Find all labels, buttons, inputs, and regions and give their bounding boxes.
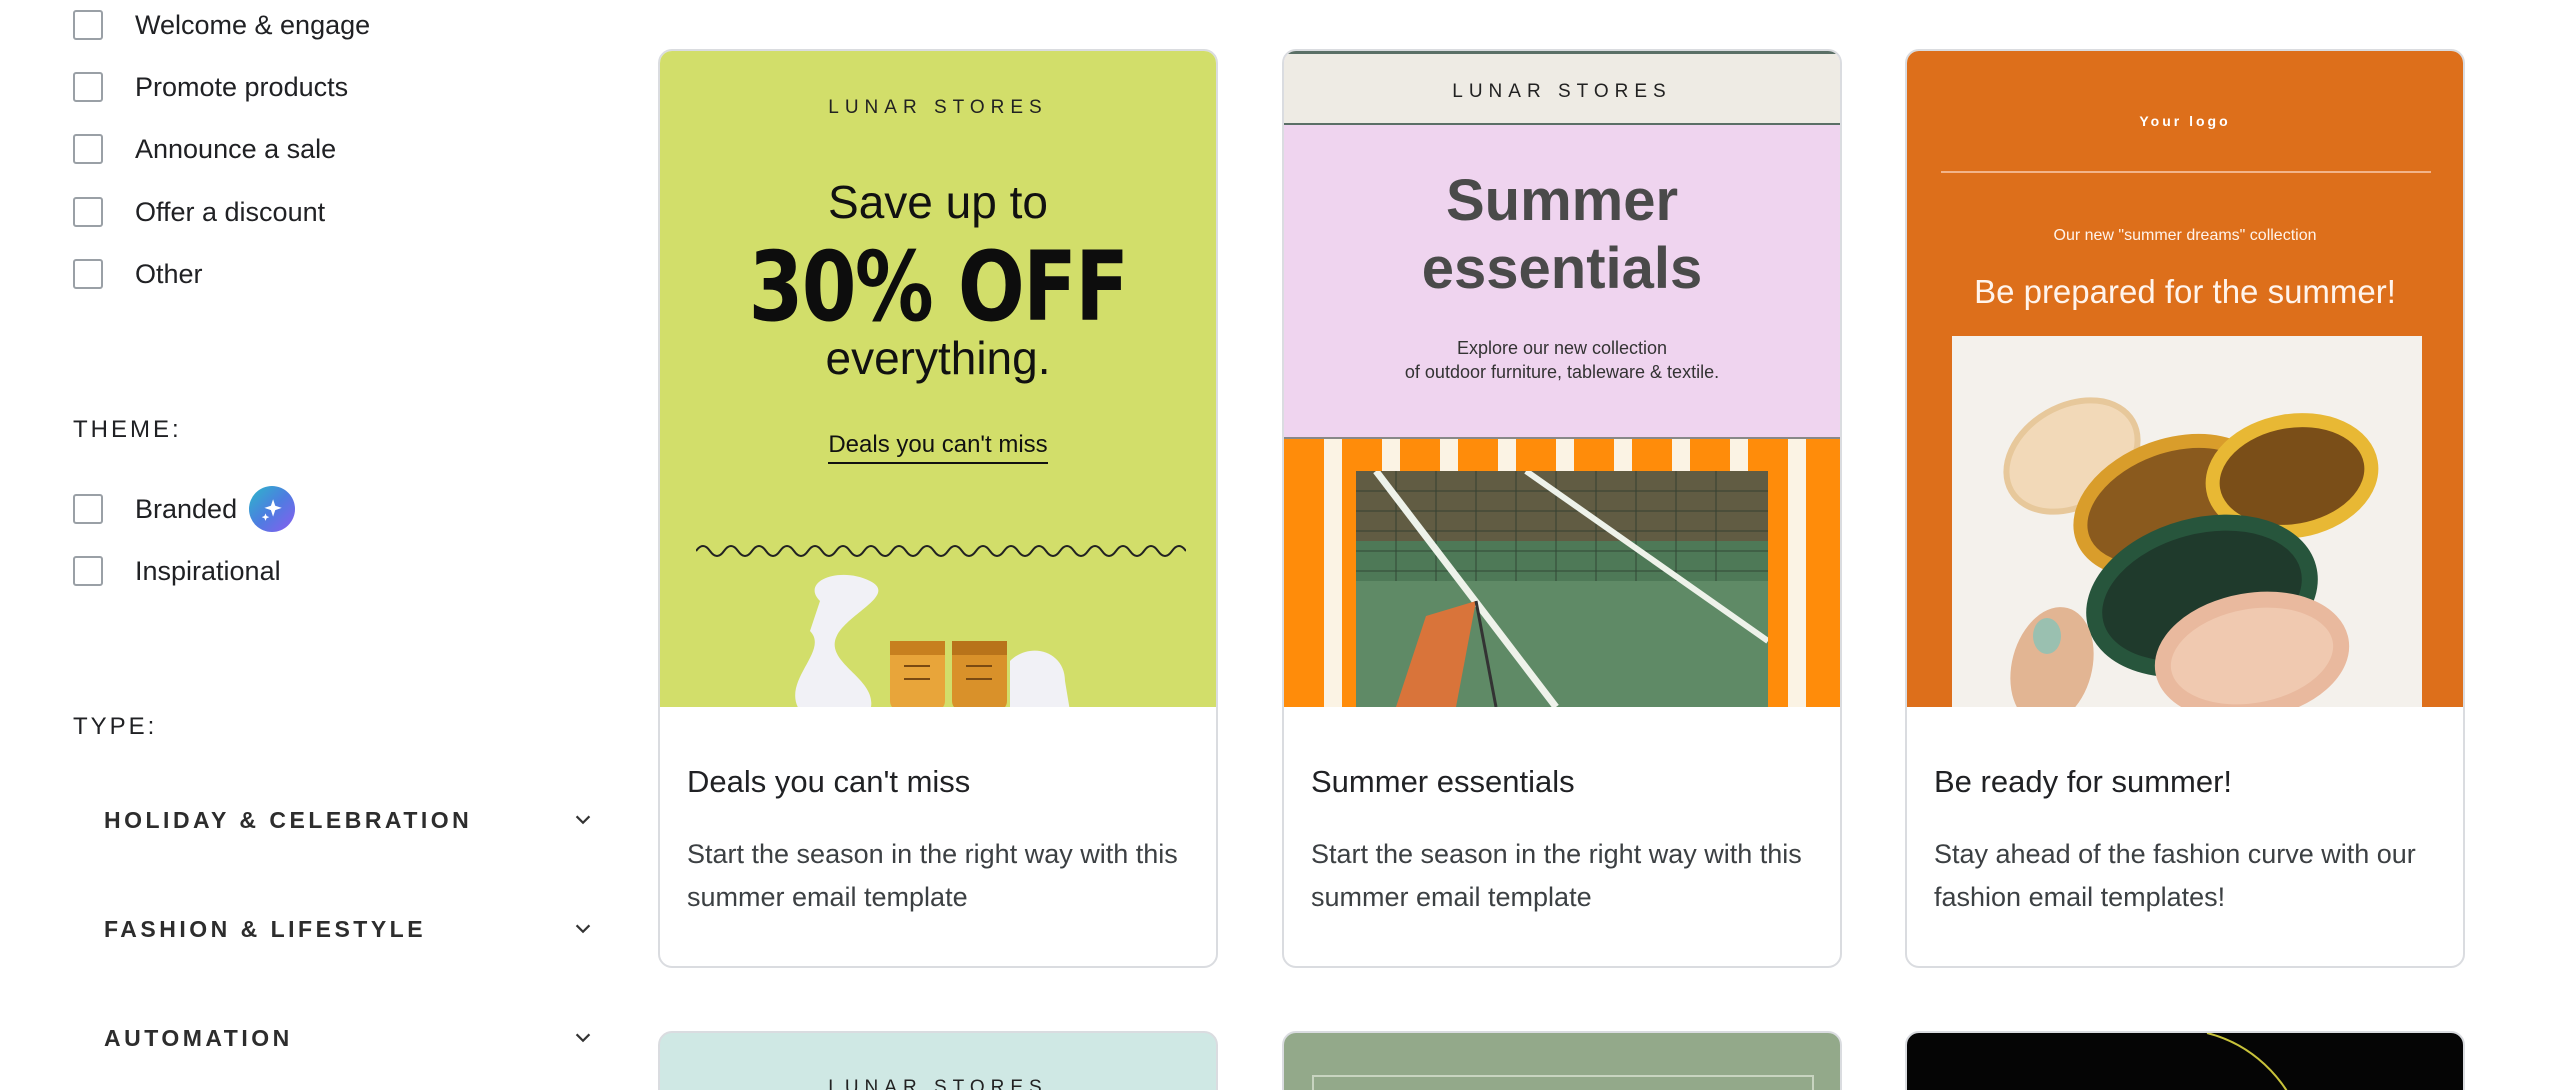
tennis-court-photo: [1356, 471, 1768, 707]
wavy-divider-graphic: [696, 545, 1186, 557]
checkbox[interactable]: [73, 10, 103, 40]
preview-subtext: Our new "summer dreams" collection: [2053, 227, 2317, 244]
template-description: Start the season in the right way with t…: [1311, 839, 1802, 912]
ai-sparkle-icon: [249, 486, 296, 532]
type-accordion-holiday[interactable]: HOLIDAY & CELEBRATION: [104, 795, 594, 845]
accordion-label: AUTOMATION: [104, 1024, 293, 1051]
boots-illustration: [795, 574, 1070, 707]
checkbox[interactable]: [73, 259, 103, 289]
preview-logo-text: Your logo: [2139, 113, 2231, 129]
type-heading: TYPE:: [73, 713, 158, 740]
checkbox[interactable]: [73, 494, 103, 524]
goal-filter-label: Announce a sale: [135, 133, 337, 164]
template-preview: Your logo Our new "summer dreams" collec…: [1907, 51, 2463, 707]
template-title: Summer essentials: [1311, 764, 1575, 799]
goal-filter-label: Offer a discount: [135, 196, 326, 227]
template-card-partial[interactable]: LUNAR STORES: [658, 1031, 1218, 1090]
theme-heading: THEME:: [73, 416, 182, 443]
template-title: Be ready for summer!: [1934, 764, 2233, 799]
checkbox[interactable]: [73, 197, 103, 227]
preview-frame: [1312, 1075, 1814, 1090]
chevron-down-icon: [575, 924, 591, 934]
chevron-down-icon: [575, 815, 591, 825]
goal-filter-discount[interactable]: Offer a discount: [73, 192, 325, 232]
sunglasses-photo: [1952, 336, 2422, 707]
preview-arc-graphic: [2206, 1033, 2288, 1090]
filter-sidebar: Welcome & engage Promote products Announ…: [0, 0, 620, 1090]
divider: [1941, 171, 2431, 173]
template-preview: LUNAR STORES Summer essentials Explore o…: [1284, 51, 1840, 707]
preview-headline-2: 30% OFF: [748, 231, 1129, 343]
template-card-deals[interactable]: LUNAR STORES Save up to 30% OFF everythi…: [658, 49, 1218, 968]
accordion-label: FASHION & LIFESTYLE: [104, 915, 427, 942]
preview-subtext-line: of outdoor furniture, tableware & textil…: [1404, 362, 1720, 382]
checkbox[interactable]: [73, 134, 103, 164]
type-accordion-automation[interactable]: AUTOMATION: [104, 1013, 594, 1063]
goal-filter-promote[interactable]: Promote products: [73, 67, 348, 107]
preview-brand: LUNAR STORES: [828, 1077, 1048, 1090]
theme-filter-inspirational[interactable]: Inspirational: [73, 551, 281, 591]
template-preview: LUNAR STORES Save up to 30% OFF everythi…: [660, 51, 1216, 707]
preview-subtext: Explore our new collection of outdoor fu…: [1284, 336, 1840, 384]
type-accordion-fashion[interactable]: FASHION & LIFESTYLE: [104, 904, 594, 954]
goal-filter-other[interactable]: Other: [73, 254, 203, 294]
preview-headline-3: everything.: [825, 332, 1051, 384]
template-description: Start the season in the right way with t…: [687, 839, 1178, 912]
chevron-down-icon: [575, 1033, 591, 1043]
preview-heading: Be prepared for the summer!: [1974, 273, 2396, 310]
goal-filter-welcome[interactable]: Welcome & engage: [73, 5, 370, 45]
template-description: Stay ahead of the fashion curve with our…: [1934, 839, 2416, 912]
preview-headline-1: Save up to: [828, 176, 1048, 228]
accordion-label: HOLIDAY & CELEBRATION: [104, 806, 473, 833]
preview-heading-line: essentials: [1421, 236, 1703, 301]
preview-heading: Summer essentials: [1284, 167, 1840, 303]
template-title: Deals you can't miss: [687, 764, 971, 799]
preview-heading-line: Summer: [1445, 168, 1679, 233]
preview-brand: LUNAR STORES: [828, 97, 1048, 118]
goal-filter-sale[interactable]: Announce a sale: [73, 129, 336, 169]
goal-filter-label: Promote products: [135, 71, 349, 102]
checkbox[interactable]: [73, 72, 103, 102]
goal-filter-label: Other: [135, 258, 203, 289]
goal-filter-label: Welcome & engage: [135, 9, 371, 40]
template-card-summer-essentials[interactable]: LUNAR STORES Summer essentials Explore o…: [1282, 49, 1842, 968]
preview-cta: Deals you can't miss: [660, 431, 1216, 464]
checkbox[interactable]: [73, 556, 103, 586]
template-card-partial[interactable]: [1282, 1031, 1842, 1090]
theme-filter-label: Inspirational: [135, 555, 281, 586]
theme-filter-branded[interactable]: Branded: [73, 486, 296, 532]
template-card-be-ready[interactable]: Your logo Our new "summer dreams" collec…: [1905, 49, 2465, 968]
theme-filter-label: Branded: [135, 493, 238, 524]
preview-brand: LUNAR STORES: [1452, 81, 1672, 102]
preview-subtext-line: Explore our new collection: [1456, 338, 1668, 358]
template-card-partial[interactable]: [1905, 1031, 2465, 1090]
preview-cta-link: Deals you can't miss: [828, 431, 1048, 464]
